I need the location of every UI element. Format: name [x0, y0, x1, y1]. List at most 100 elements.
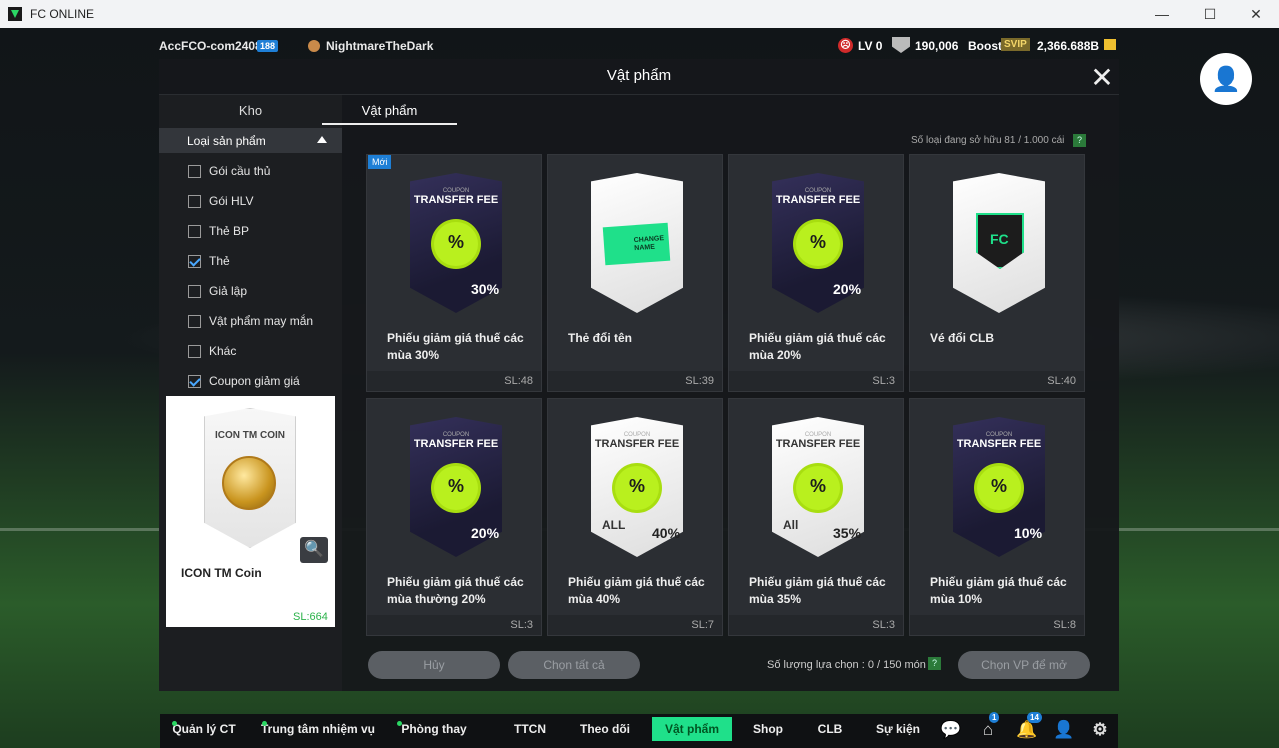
nav-item[interactable]: Phòng thay đồ [393, 714, 475, 744]
checkbox[interactable] [188, 314, 201, 328]
preview-item-name: ICON TM Coin [181, 566, 262, 580]
home-icon[interactable]: ⌂ [978, 720, 998, 740]
nav-item[interactable]: Quản lý CT [168, 714, 240, 744]
item-card[interactable]: CHANGE NAME Thẻ đổi tên SL:39 [547, 154, 723, 392]
item-preview-panel: ICON TM COIN 🔍 ICON TM Coin SL:664 [166, 396, 335, 627]
nav-item-label: Theo dõi [580, 722, 630, 736]
zoom-button[interactable]: 🔍 [300, 537, 328, 563]
item-name: Phiếu giảm giá thuế các mùa 40% [568, 575, 705, 606]
nav-item[interactable]: TTCN [505, 714, 555, 744]
item-name: Vé đổi CLB [930, 331, 995, 345]
discount-value: 20% [471, 525, 500, 541]
close-window-button[interactable]: ✕ [1233, 0, 1279, 28]
category-item[interactable]: Gói HLV [188, 191, 253, 211]
checkbox[interactable] [188, 254, 201, 268]
category-label: Vật phẩm may mắn [209, 314, 314, 328]
preview-card-title: ICON TM COIN [215, 430, 285, 441]
item-card[interactable]: COUPON TRANSFER FEE% 30% Phiếu giảm giá thu… [366, 154, 542, 392]
percent-badge-icon: % [434, 466, 478, 510]
nav-item[interactable]: Trung tâm nhiệm vụ [258, 714, 378, 744]
checkbox[interactable] [188, 284, 201, 298]
nav-item[interactable]: Vật phẩm [652, 717, 732, 741]
tab-vat-pham[interactable]: Vật phẩm [322, 103, 457, 125]
nav-item[interactable]: Sự kiện [870, 714, 926, 744]
checkbox[interactable] [188, 164, 201, 178]
account-level-badge: 188 [257, 40, 279, 52]
discount-value: 30% [471, 281, 500, 297]
help-icon[interactable]: ? [1073, 134, 1086, 147]
owned-count-label: Số loại đang sở hữu 81 / 1.000 cái [911, 135, 1065, 146]
category-header[interactable]: Loại sản phẩm [159, 128, 342, 153]
maximize-button[interactable]: ☐ [1187, 0, 1233, 28]
checkbox[interactable] [188, 374, 201, 388]
category-item[interactable]: Khác [188, 341, 236, 361]
nav-item-label: Shop [753, 722, 783, 736]
item-name: Phiếu giảm giá thuế các mùa 30% [387, 331, 524, 362]
notification-dot [172, 721, 177, 726]
category-item[interactable]: Thẻ BP [188, 221, 249, 241]
checkbox[interactable] [188, 344, 201, 358]
window-titlebar: FC ONLINE — ☐ ✕ [0, 0, 1279, 28]
category-item[interactable]: Coupon giảm giá [188, 371, 300, 391]
support-chat-button[interactable]: 👤 [1200, 53, 1252, 105]
item-qty: SL:7 [548, 615, 722, 635]
change-name-card: CHANGE NAME [602, 222, 671, 266]
item-card[interactable]: COUPON TRANSFER FEE% 20% Phiếu giảm giá thu… [728, 154, 904, 392]
bp-icon [1104, 39, 1116, 50]
item-card[interactable]: COUPON TRANSFER FEE% 40% ALL Phiếu giảm giá … [547, 398, 723, 636]
bp-value: 2,366.688B [1037, 39, 1100, 53]
open-items-button[interactable]: Chọn VP để mở [958, 651, 1090, 679]
nav-item-label: Sự kiện [875, 722, 921, 736]
checkbox[interactable] [188, 224, 201, 238]
boost-label: Boost [968, 39, 1002, 53]
collapse-arrow-icon [317, 136, 327, 143]
cancel-button[interactable]: Hủy [368, 651, 500, 679]
item-card[interactable]: Vé đổi CLB SL:40 [909, 154, 1085, 392]
support-agent-icon: 👤 [1211, 65, 1241, 93]
nav-item[interactable]: Shop [743, 714, 793, 744]
category-item[interactable]: Gói cầu thủ [188, 161, 270, 181]
category-item[interactable]: Vật phẩm may mắn [188, 311, 313, 331]
app-logo-icon [8, 7, 22, 21]
item-card[interactable]: COUPON TRANSFER FEE% 10% Phiếu giảm giá thu… [909, 398, 1085, 636]
chat-icon[interactable]: 💬 [940, 720, 961, 740]
selection-help-icon[interactable]: ? [928, 657, 941, 670]
category-item[interactable]: Giả lập [188, 281, 247, 301]
account-name[interactable]: AccFCO-com2408i [159, 39, 265, 53]
checkbox[interactable] [188, 194, 201, 208]
coupon-title: TRANSFER FEE [594, 438, 680, 450]
nav-item-label: Phòng thay đồ [401, 722, 467, 736]
category-label: Gói HLV [209, 194, 254, 208]
nav-item[interactable]: CLB [810, 714, 850, 744]
select-all-button[interactable]: Chọn tất cả [508, 651, 640, 679]
nav-item-label: Vật phẩm [664, 722, 719, 736]
level-value: LV 0 [858, 39, 883, 53]
item-name: Phiếu giảm giá thuế các mùa 35% [749, 575, 886, 606]
item-qty: SL:3 [367, 615, 541, 635]
nav-item-label: TTCN [514, 722, 546, 736]
svip-badge: SVIP [1001, 38, 1030, 51]
team-crest-icon [308, 40, 320, 52]
item-card[interactable]: COUPON TRANSFER FEE% 20% Phiếu giảm giá thu… [366, 398, 542, 636]
item-qty: SL:3 [729, 615, 903, 635]
bell-icon[interactable]: 🔔 [1016, 720, 1037, 740]
modal-close-button[interactable]: ✕ [1087, 63, 1117, 93]
profile-icon[interactable]: 👤 [1053, 720, 1074, 740]
all-class-tag: All [783, 518, 799, 532]
item-qty: SL:3 [729, 371, 903, 391]
item-card[interactable]: COUPON TRANSFER FEE% 35% All Phiếu giảm giá … [728, 398, 904, 636]
nav-item-label: Quản lý CT [172, 722, 236, 736]
category-label: Coupon giảm giá [209, 374, 300, 388]
tab-kho[interactable]: Kho [159, 103, 342, 125]
coupon-title: TRANSFER FEE [413, 438, 499, 450]
discount-value: 35% [833, 525, 862, 541]
settings-icon[interactable]: ⚙ [1090, 720, 1110, 740]
category-label: Thẻ BP [209, 224, 250, 238]
team-name[interactable]: NightmareTheDark [326, 39, 433, 53]
nav-item[interactable]: Theo dõi [573, 714, 637, 744]
fc-coin-value: 190,006 [915, 39, 959, 53]
magnifier-icon: 🔍 [304, 541, 324, 558]
percent-badge-icon: % [434, 222, 478, 266]
category-item[interactable]: Thẻ [188, 251, 230, 271]
minimize-button[interactable]: — [1139, 0, 1185, 28]
